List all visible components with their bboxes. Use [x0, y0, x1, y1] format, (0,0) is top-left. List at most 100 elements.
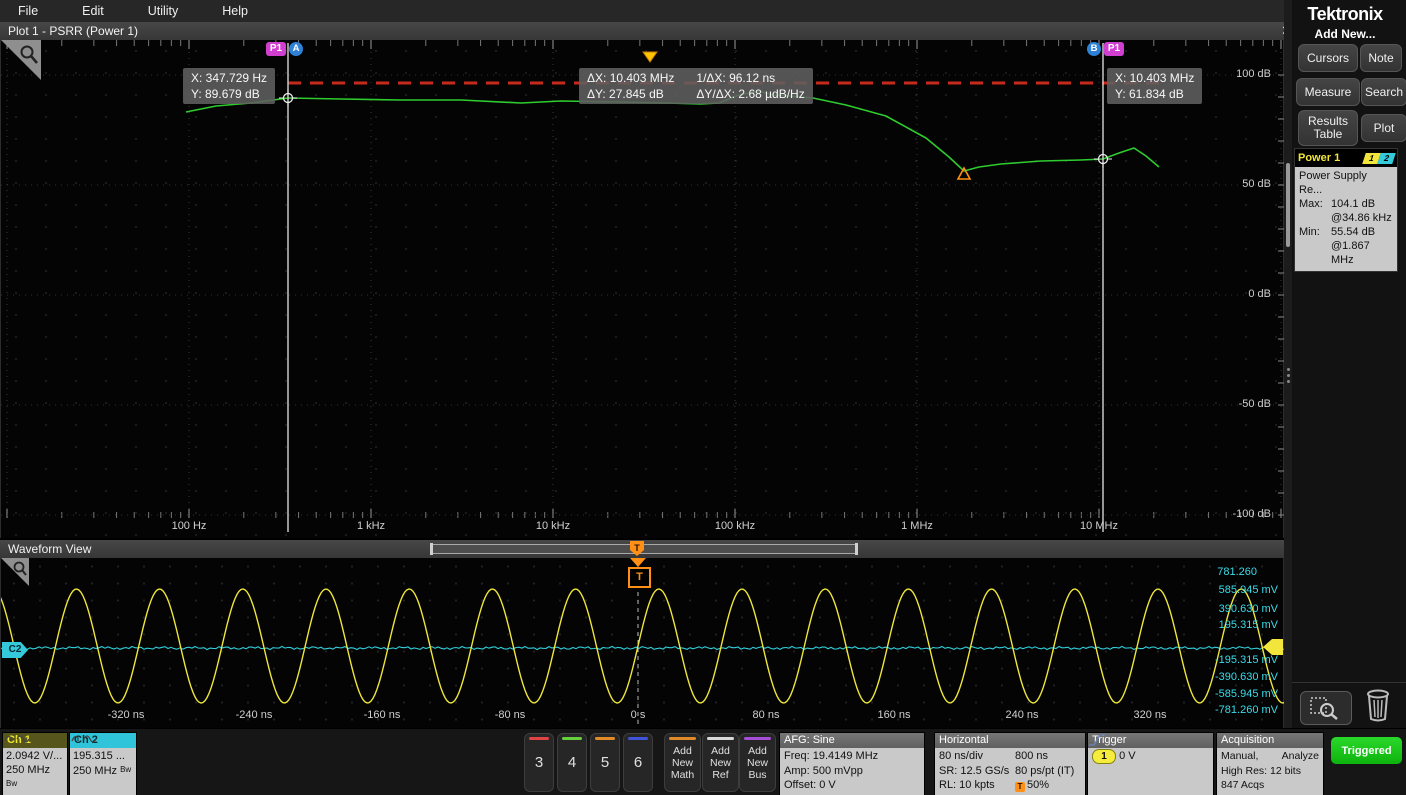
trigger-position-pct: 50% — [1027, 779, 1049, 791]
results-table-button[interactable]: Results Table — [1298, 110, 1358, 146]
menu-help[interactable]: Help — [222, 4, 248, 18]
channel3-button[interactable]: 3 — [524, 733, 554, 792]
plot-zoom-corner-icon[interactable] — [1, 40, 41, 80]
channel4-color-stripe — [562, 737, 582, 740]
grip-dots-icon — [1287, 380, 1290, 383]
volt-tick-label: 585.945 mV — [1219, 584, 1278, 596]
cursor-b-badge[interactable]: B — [1087, 42, 1101, 56]
add-ref-label: Add New Ref — [703, 745, 738, 781]
volt-tick-label: -585.945 mV — [1215, 688, 1278, 700]
note-button[interactable]: Note — [1360, 44, 1402, 72]
cursor-b-y-value: Y: 61.834 dB — [1115, 86, 1194, 102]
channel5-button[interactable]: 5 — [590, 733, 620, 792]
settings-bar: Ch 1 2.0942 V/... 250 MHz Bw Ch 2 195.31… — [0, 728, 1406, 795]
trigger-flag[interactable]: T — [628, 567, 651, 588]
trigger-arrow-icon — [630, 558, 646, 567]
trigger-badge[interactable]: Trigger 1 0 V — [1087, 732, 1214, 795]
menu-edit[interactable]: Edit — [82, 4, 104, 18]
channel2-scale: 195.315 ... — [73, 749, 133, 763]
channel3-color-stripe — [529, 737, 549, 740]
freq-tick-label: 1 kHz — [357, 520, 385, 532]
db-tick-label: 100 dB — [1236, 68, 1271, 80]
acq-count: 847 Acqs — [1221, 778, 1319, 793]
grip-dots-icon — [1287, 368, 1290, 371]
delta-x-value: ΔX: 10.403 MHz — [587, 70, 674, 86]
add-new-math-button[interactable]: Add New Math — [664, 733, 701, 792]
cursor-a-x-value: X: 347.729 Hz — [191, 70, 267, 86]
zoom-mode-button[interactable] — [1300, 691, 1352, 725]
cursor-delta-readout[interactable]: ΔX: 10.403 MHz 1/ΔX: 96.12 ns ΔY: 27.845… — [579, 68, 813, 104]
volt-tick-label: 781.260 — [1217, 566, 1257, 578]
time-tick-label: -240 ns — [236, 709, 273, 721]
time-tick-label: -320 ns — [108, 709, 145, 721]
power1-body: Power Supply Re... Max: 104.1 dB @34.86 … — [1295, 167, 1397, 271]
time-tick-label: 240 ns — [1005, 709, 1038, 721]
max-label: Max: — [1299, 197, 1331, 211]
plot-button[interactable]: Plot — [1361, 114, 1406, 142]
waveform-plot-area: T C2 781.260 585.945 mV 390.630 mV 195.3… — [0, 558, 1284, 728]
horizontal-badge[interactable]: Horizontal 80 ns/div800 ns SR: 12.5 GS/s… — [934, 732, 1086, 795]
channel6-label: 6 — [634, 754, 642, 771]
cursor-a-p1-badge[interactable]: P1 — [266, 42, 286, 56]
trigger-title: Trigger — [1088, 733, 1213, 748]
channel1-badge[interactable]: Ch 1 2.0942 V/... 250 MHz Bw — [2, 732, 68, 795]
channel2-badge[interactable]: Ch 2 195.315 ... 250 MHz Bw — [69, 732, 137, 795]
add-new-bus-button[interactable]: Add New Bus — [739, 733, 776, 792]
afg-offset: Offset: 0 V — [784, 778, 920, 793]
acquisition-title: Acquisition — [1217, 733, 1323, 748]
bus-color-stripe — [744, 737, 771, 740]
add-bus-label: Add New Bus — [740, 745, 775, 781]
freq-tick-label: 10 kHz — [536, 520, 570, 532]
time-tick-label: 320 ns — [1133, 709, 1166, 721]
psrr-plot-area: P1 A B P1 X: 347.729 Hz Y: 89.679 dB ΔX:… — [0, 40, 1284, 538]
freq-tick-label: 100 kHz — [715, 520, 755, 532]
min-at-value: @1.867 MHz — [1299, 239, 1393, 267]
channel5-label: 5 — [601, 754, 609, 771]
volt-tick-label: -195.315 mV — [1215, 654, 1278, 666]
sample-interval: 80 ps/pt (IT) — [1015, 764, 1081, 779]
min-label: Min: — [1299, 225, 1331, 239]
trigger-source-badge: 1 — [1092, 749, 1116, 764]
inverse-delta-x-value: 1/ΔX: 96.12 ns — [696, 70, 804, 86]
pan-bar-left-cap — [430, 543, 433, 555]
channel4-label: 4 — [568, 754, 576, 771]
bw-flag: Bw — [120, 765, 131, 774]
horizontal-title: Horizontal — [935, 733, 1085, 748]
cursor-b-readout[interactable]: X: 10.403 MHz Y: 61.834 dB — [1107, 68, 1202, 104]
cursors-button[interactable]: Cursors — [1298, 44, 1358, 72]
afg-badge[interactable]: AFG: Sine Freq: 19.4149 MHz Amp: 500 mVp… — [779, 732, 925, 795]
power1-measurement-badge[interactable]: Power 1 1 2 Power Supply Re... Max: 104.… — [1294, 148, 1398, 272]
menu-utility[interactable]: Utility — [148, 4, 179, 18]
plot-window-title: Plot 1 - PSRR (Power 1) — [8, 24, 138, 38]
scrollbar-thumb[interactable] — [1286, 163, 1290, 247]
afg-title: AFG: Sine — [780, 733, 924, 748]
channel2-settings: 195.315 ... 250 MHz Bw — [70, 748, 136, 795]
record-length: RL: 10 kpts — [939, 778, 1015, 793]
power1-source2-badge: 2 — [1377, 153, 1396, 164]
triggered-status[interactable]: Triggered — [1331, 737, 1402, 764]
channel6-button[interactable]: 6 — [623, 733, 653, 792]
waveform-window-titlebar: Waveform View T — [0, 540, 1300, 559]
math-color-stripe — [669, 737, 696, 740]
acq-resolution: High Res: 12 bits — [1221, 764, 1319, 779]
afg-amp: Amp: 500 mVpp — [784, 764, 920, 779]
sample-rate: SR: 12.5 GS/s — [939, 764, 1015, 779]
channel1-scale: 2.0942 V/... — [6, 749, 64, 763]
horizontal-pan-bar[interactable] — [430, 544, 858, 554]
min-value: 55.54 dB — [1331, 225, 1393, 239]
menu-file[interactable]: File — [18, 4, 38, 18]
add-new-ref-button[interactable]: Add New Ref — [702, 733, 739, 792]
delta-slope-value: ΔY/ΔX: 2.68 µdB/Hz — [696, 86, 804, 102]
cursor-a-readout[interactable]: X: 347.729 Hz Y: 89.679 dB — [183, 68, 275, 104]
trash-icon[interactable] — [1364, 687, 1392, 723]
channel1-settings: 2.0942 V/... 250 MHz Bw — [3, 748, 67, 795]
plot-scrollbar[interactable] — [1284, 0, 1292, 728]
waveform-zoom-corner-icon[interactable] — [1, 558, 29, 586]
search-button[interactable]: Search — [1361, 78, 1406, 106]
acquisition-badge[interactable]: Acquisition Manual, Analyze High Res: 12… — [1216, 732, 1324, 795]
freq-tick-label: 100 Hz — [172, 520, 207, 532]
cursor-b-p1-badge[interactable]: P1 — [1104, 42, 1124, 56]
cursor-a-badge[interactable]: A — [289, 42, 303, 56]
measure-button[interactable]: Measure — [1296, 78, 1360, 106]
channel4-button[interactable]: 4 — [557, 733, 587, 792]
